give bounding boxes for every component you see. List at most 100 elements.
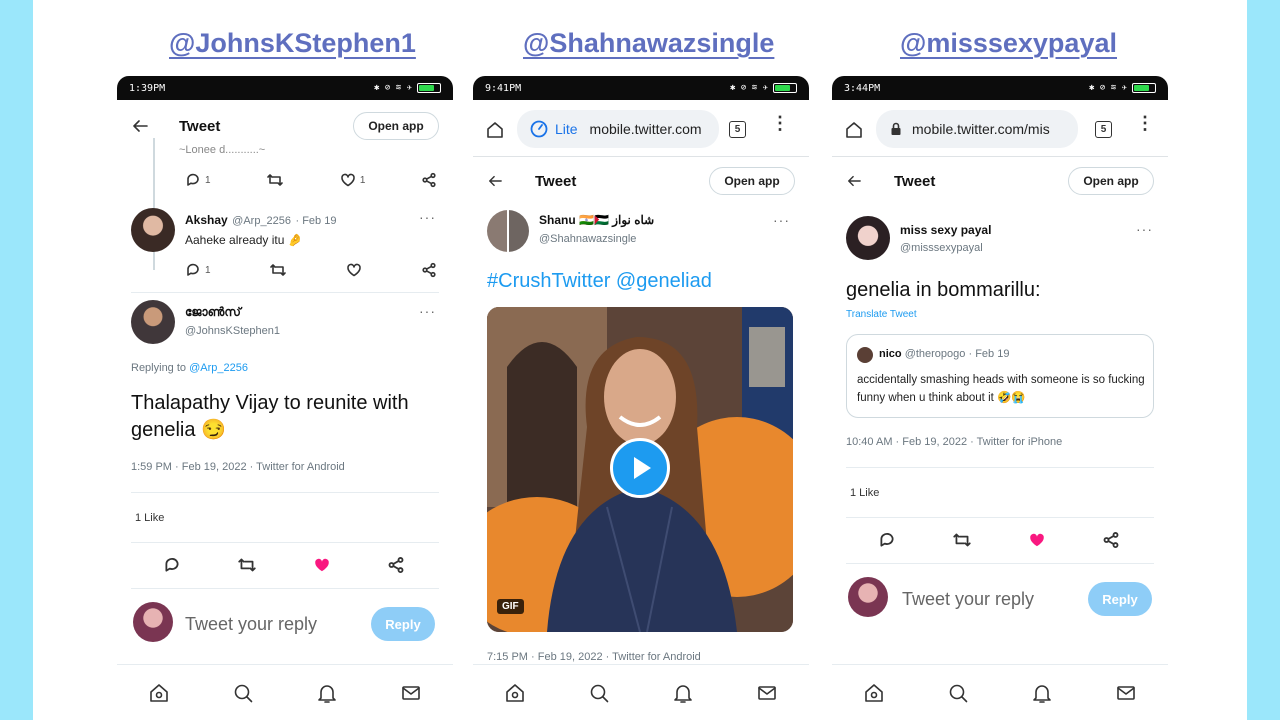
- home-icon[interactable]: [485, 120, 505, 140]
- like-action[interactable]: [346, 262, 362, 278]
- user-avatar: [848, 577, 888, 617]
- bell-icon[interactable]: [316, 682, 338, 704]
- tweet-meta: 1:59 PM · Feb 19, 2022 · Twitter for And…: [131, 461, 345, 473]
- quote-avatar: [857, 347, 873, 363]
- more-options-icon[interactable]: ···: [773, 212, 790, 228]
- previous-tweet-actions: 1 1: [185, 172, 437, 188]
- reply-user-handle[interactable]: @Arp_2256: [232, 215, 291, 227]
- author-handle[interactable]: @JohnsKStephen1: [185, 325, 280, 337]
- heart-filled-icon[interactable]: [1028, 531, 1046, 549]
- reply-icon: [187, 263, 199, 276]
- tab-count[interactable]: 5: [729, 121, 746, 138]
- back-arrow-icon[interactable]: [131, 118, 149, 134]
- open-app-button[interactable]: Open app: [353, 112, 439, 140]
- open-app-button[interactable]: Open app: [1068, 167, 1154, 195]
- mail-icon[interactable]: [400, 682, 422, 704]
- author-avatar[interactable]: [131, 300, 175, 344]
- author-handle[interactable]: @misssexypayal: [900, 242, 983, 254]
- tweet-hashtag-text[interactable]: #CrushTwitter @geneliad: [487, 270, 712, 293]
- reply-icon[interactable]: [878, 531, 896, 549]
- share-action[interactable]: [421, 262, 437, 278]
- divider: [846, 467, 1154, 468]
- author-avatar[interactable]: [846, 216, 890, 260]
- more-options-icon[interactable]: ···: [419, 209, 436, 225]
- likes-count[interactable]: 1 Like: [135, 512, 164, 524]
- battery-icon: [773, 83, 797, 93]
- author-name[interactable]: Shanu 🇮🇳🇵🇸 شاه نواز: [539, 213, 654, 227]
- retweet-icon: [270, 264, 287, 276]
- share-icon[interactable]: [1102, 531, 1120, 549]
- status-bar: 1:39PM ✱ ⊘ ≋ ✈: [117, 76, 453, 100]
- retweet-icon[interactable]: [237, 556, 257, 574]
- user-avatar: [133, 602, 173, 642]
- mail-icon[interactable]: [756, 682, 778, 704]
- browser-menu-icon[interactable]: ⋮: [771, 114, 789, 132]
- divider: [131, 492, 439, 493]
- reply-action[interactable]: 1: [185, 262, 211, 278]
- tweet-text: Thalapathy Vijay to reunite with genelia…: [131, 392, 409, 441]
- tweet-actions: [878, 531, 1120, 549]
- retweet-action[interactable]: [266, 172, 284, 188]
- reply-input[interactable]: Tweet your reply: [185, 614, 317, 635]
- heading-3: @misssexypayal: [900, 28, 1117, 58]
- bell-icon[interactable]: [1031, 682, 1053, 704]
- reply-input[interactable]: Tweet your reply: [902, 589, 1034, 610]
- home-icon[interactable]: [148, 682, 170, 704]
- retweet-icon: [267, 174, 283, 186]
- reply-button[interactable]: Reply: [1088, 582, 1152, 616]
- bell-icon[interactable]: [672, 682, 694, 704]
- more-options-icon[interactable]: ···: [1136, 221, 1153, 237]
- divider: [473, 156, 809, 157]
- author-name[interactable]: miss sexy payal: [900, 223, 991, 237]
- gif-media[interactable]: GIF: [487, 307, 793, 632]
- quote-tweet-card[interactable]: nico @theropogo · Feb 19 accidentally sm…: [846, 334, 1154, 418]
- heart-icon: [341, 173, 355, 187]
- reply-button[interactable]: Reply: [371, 607, 435, 641]
- share-action[interactable]: [421, 172, 437, 188]
- author-avatar[interactable]: [487, 210, 529, 252]
- translate-link[interactable]: Translate Tweet: [846, 309, 917, 320]
- phone-1: 1:39PM ✱ ⊘ ≋ ✈ Tweet Open app ~Lonee d..…: [117, 76, 453, 720]
- akshay-avatar[interactable]: [131, 208, 175, 252]
- heart-filled-icon[interactable]: [313, 556, 331, 574]
- share-icon[interactable]: [387, 556, 405, 574]
- tweet-text: genelia in bommarillu:: [846, 279, 1041, 301]
- search-icon[interactable]: [947, 682, 969, 704]
- status-icons: ✱ ⊘ ≋ ✈: [1089, 83, 1156, 93]
- quote-user-handle: @theropogo: [904, 348, 966, 360]
- home-icon[interactable]: [504, 682, 526, 704]
- back-arrow-icon[interactable]: [846, 174, 862, 188]
- like-action[interactable]: 1: [340, 172, 365, 188]
- divider: [832, 156, 1168, 157]
- likes-count[interactable]: 1 Like: [850, 487, 879, 499]
- author-name[interactable]: ജോൺസ്: [185, 305, 241, 320]
- search-icon[interactable]: [588, 682, 610, 704]
- url-bar[interactable]: Lite mobile.twitter.com: [517, 110, 719, 148]
- home-icon[interactable]: [844, 120, 864, 140]
- reply-user-name[interactable]: Akshay: [185, 213, 228, 227]
- browser-menu-icon[interactable]: ⋮: [1136, 114, 1154, 132]
- gif-badge: GIF: [497, 599, 524, 614]
- retweet-action[interactable]: [269, 262, 287, 278]
- tweet-meta: 10:40 AM · Feb 19, 2022 · Twitter for iP…: [846, 436, 1063, 448]
- home-icon[interactable]: [863, 682, 885, 704]
- more-options-icon[interactable]: ···: [419, 303, 436, 319]
- open-app-button[interactable]: Open app: [709, 167, 795, 195]
- search-icon[interactable]: [232, 682, 254, 704]
- heading-2: @Shahnawazsingle: [523, 28, 775, 58]
- reply-user-date: · Feb 19: [295, 215, 337, 227]
- author-handle[interactable]: @Shahnawazsingle: [539, 233, 636, 245]
- mail-icon[interactable]: [1115, 682, 1137, 704]
- previous-tweet-text: ~Lonee d...........~: [179, 144, 266, 156]
- retweet-icon[interactable]: [952, 531, 972, 549]
- divider: [846, 563, 1154, 564]
- tab-count[interactable]: 5: [1095, 121, 1112, 138]
- url-bar[interactable]: mobile.twitter.com/mis: [876, 110, 1078, 148]
- play-button[interactable]: [610, 438, 670, 498]
- back-arrow-icon[interactable]: [487, 174, 503, 188]
- replying-handle-link[interactable]: @Arp_2256: [189, 362, 248, 374]
- tweet-actions: [163, 556, 405, 574]
- reply-icon[interactable]: [163, 556, 181, 574]
- reply-action[interactable]: 1: [185, 172, 211, 188]
- lite-mode-icon: [530, 120, 548, 138]
